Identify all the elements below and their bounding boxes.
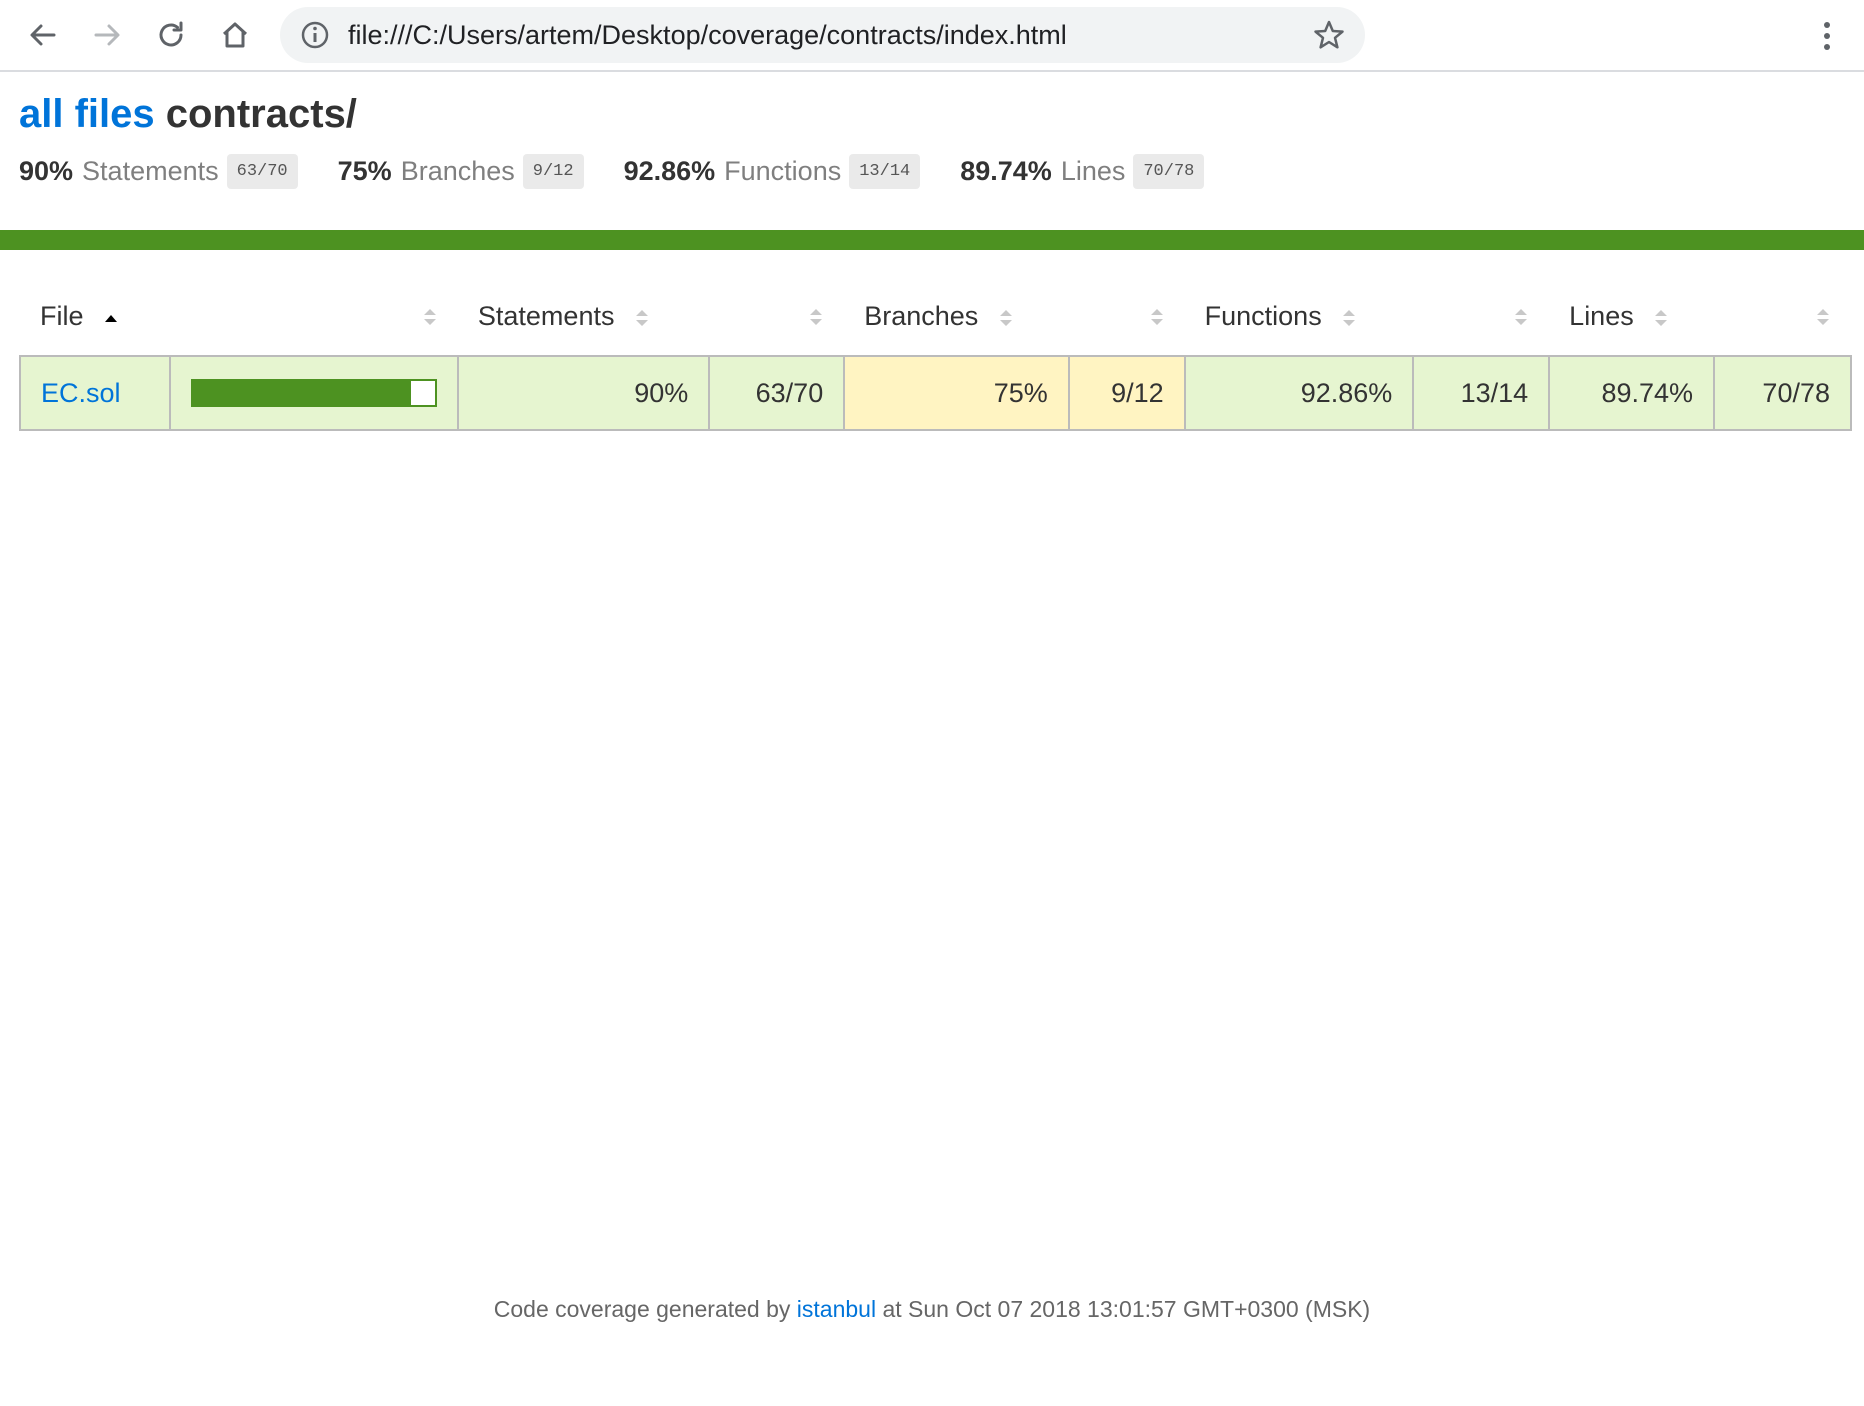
arrow-left-icon [30,24,56,46]
branches-percent: 75% [337,156,392,186]
statements-label: Statements [82,156,219,186]
table-header-row: File Statements Branches Functions Lines [20,278,1851,356]
coverage-bar-fill [192,381,411,405]
lines-abs-cell: 70/78 [1713,355,1852,431]
reload-icon [159,21,183,47]
page-title: all files contracts/ [19,92,357,137]
sort-icon [423,309,436,325]
sort-icon [635,309,648,326]
functions-pct-cell: 92.86% [1183,355,1415,431]
istanbul-link[interactable]: istanbul [797,1296,876,1322]
arrow-right-icon [94,24,120,46]
column-header-file[interactable]: File [20,278,458,356]
lines-pct-cell: 89.74% [1548,355,1716,431]
coverage-page: all files contracts/ 90% Statements 63/7… [0,72,1864,1406]
branches-abs-cell: 9/12 [1067,355,1186,431]
lines-fraction: 70/78 [1133,154,1205,189]
branches-pct-cell: 75% [843,355,1070,431]
coverage-bar-cell [168,355,459,431]
statements-percent: 90% [19,156,74,186]
coverage-table: File Statements Branches Functions Lines… [19,278,1852,431]
table-row: EC.sol 90% 63/70 75% 9/12 92.86% 13/14 8… [19,355,1852,431]
lines-label: Lines [1060,156,1126,186]
reload-button[interactable] [148,12,194,58]
column-header-label: Lines [1569,301,1634,331]
statements-pct-cell: 90% [456,355,711,431]
info-icon[interactable] [300,20,330,50]
all-files-link[interactable]: all files [19,92,155,136]
branches-label: Branches [400,156,515,186]
branches-fraction: 9/12 [522,154,584,189]
coverage-status-bar [0,230,1864,250]
star-icon[interactable] [1313,19,1345,51]
back-button[interactable] [20,12,66,58]
functions-abs-cell: 13/14 [1412,355,1551,431]
lines-percent: 89.74% [960,156,1052,186]
column-header-functions[interactable]: Functions [1185,278,1550,356]
file-link[interactable]: EC.sol [41,378,121,408]
functions-percent: 92.86% [623,156,716,186]
statements-fraction: 63/70 [226,154,298,189]
sort-icon [1817,309,1829,325]
coverage-summary: 90% Statements 63/70 75% Branches 9/12 9… [19,154,1244,189]
footer-prefix: Code coverage generated by [493,1296,791,1322]
footer: Code coverage generated by istanbul at S… [0,1296,1864,1323]
sort-icon [1655,309,1668,326]
column-header-label: Branches [864,301,979,331]
vertical-dots-icon [1824,22,1830,50]
column-header-label: Functions [1204,301,1322,331]
sort-icon [1515,309,1528,325]
statements-abs-cell: 63/70 [708,355,846,431]
sort-ascending-icon [105,314,118,322]
sort-icon [1150,309,1163,325]
functions-label: Functions [724,156,842,186]
address-bar[interactable]: file:///C:/Users/artem/Desktop/coverage/… [280,7,1365,63]
column-header-label: File [40,301,84,331]
column-header-branches[interactable]: Branches [844,278,1184,356]
summary-statements: 90% Statements 63/70 [19,154,298,189]
column-header-lines[interactable]: Lines [1549,278,1851,356]
footer-suffix: at Sun Oct 07 2018 13:01:57 GMT+0300 (MS… [882,1296,1371,1322]
sort-icon [1343,309,1356,326]
column-header-label: Statements [477,301,615,331]
sort-icon [810,309,823,325]
home-icon [222,22,248,48]
summary-lines: 89.74% Lines 70/78 [960,154,1205,189]
browser-menu-button[interactable] [1810,14,1844,58]
summary-branches: 75% Branches 9/12 [338,154,584,189]
url-text[interactable]: file:///C:/Users/artem/Desktop/coverage/… [348,7,1067,63]
sort-icon [999,309,1012,326]
file-cell: EC.sol [19,355,171,431]
summary-functions: 92.86% Functions 13/14 [624,154,921,189]
coverage-bar [190,379,437,407]
functions-fraction: 13/14 [849,154,921,189]
forward-button[interactable] [84,12,130,58]
column-header-statements[interactable]: Statements [458,278,844,356]
home-button[interactable] [212,12,258,58]
browser-toolbar: file:///C:/Users/artem/Desktop/coverage/… [0,0,1864,72]
directory-name: contracts/ [165,92,357,136]
